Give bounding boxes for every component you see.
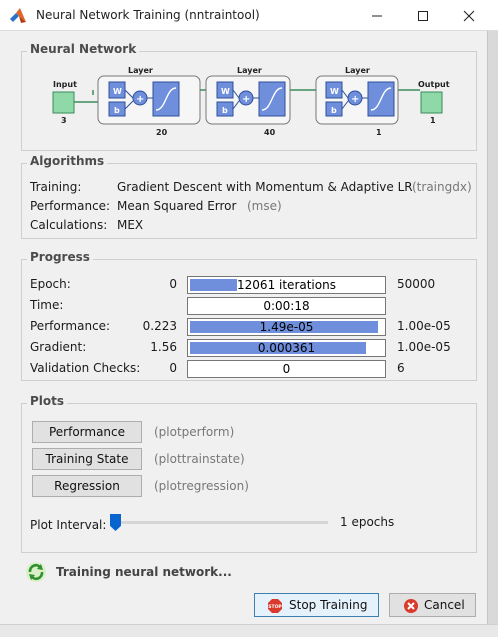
epoch-progress-bar: 12061 iterations <box>187 276 386 294</box>
output-label: Output <box>418 80 450 89</box>
plots-title: Plots <box>27 394 68 408</box>
layer-1-sum-label: + <box>136 94 144 105</box>
progress-title: Progress <box>27 250 93 264</box>
epoch-end: 50000 <box>397 277 436 291</box>
performance-end: 1.00e-05 <box>397 319 451 333</box>
output-node <box>420 91 443 114</box>
stop-icon: STOP <box>268 599 282 613</box>
background-window-edge <box>487 31 498 637</box>
svg-text:STOP: STOP <box>268 604 282 610</box>
neural-network-group: Neural Network Input 3 Output 1 Layer La… <box>21 42 477 151</box>
layer-3-title: Layer <box>345 66 370 75</box>
output-size: 1 <box>430 116 436 125</box>
performance-plot-button[interactable]: Performance <box>32 421 142 443</box>
input-node <box>52 91 75 114</box>
window-title: Neural Network Training (nntraintool) <box>36 8 260 22</box>
training-label: Training: <box>30 180 82 194</box>
performance-plot-fn: (plotperform) <box>154 425 235 439</box>
network-diagram: Input 3 Output 1 Layer Layer Layer 20 40… <box>52 66 450 137</box>
plots-group: Plots Performance (plotperform) Training… <box>21 394 477 553</box>
time-bar: 0:00:18 <box>187 297 386 315</box>
layer-2-weight-label: W <box>221 87 230 96</box>
gradient-end: 1.00e-05 <box>397 340 451 354</box>
layer-2-size: 40 <box>264 128 276 137</box>
refresh-icon <box>26 562 46 582</box>
maximize-icon <box>418 11 428 21</box>
layer-2-title: Layer <box>237 66 262 75</box>
title-bar: Neural Network Training (nntraintool) <box>0 0 498 31</box>
input-size: 3 <box>61 116 67 125</box>
training-state-plot-button[interactable]: Training State <box>32 448 142 470</box>
performance-code: (mse) <box>247 199 282 213</box>
validation-bar-text: 0 <box>282 362 291 376</box>
plot-interval-slider[interactable] <box>110 514 328 531</box>
minimize-button[interactable] <box>354 0 400 31</box>
performance-progress-bar: 1.49e-05 <box>187 318 386 336</box>
gradient-start: 1.56 <box>150 340 177 354</box>
regression-plot-button[interactable]: Regression <box>32 475 142 497</box>
performance-value: Mean Squared Error <box>117 199 237 213</box>
epoch-start: 0 <box>169 277 177 291</box>
background-taskbar-edge <box>0 624 498 637</box>
layer-3-sum-label: + <box>351 94 359 105</box>
training-value: Gradient Descent with Momentum & Adaptiv… <box>117 180 413 194</box>
input-label: Input <box>53 80 77 89</box>
gradient-progress-bar: 0.000361 <box>187 339 386 357</box>
time-bar-text: 0:00:18 <box>263 299 310 313</box>
layer-3-weight-label: W <box>330 87 339 96</box>
layer-3-bias-label: b <box>331 106 337 115</box>
matlab-icon <box>10 8 26 23</box>
cancel-label: Cancel <box>424 598 465 612</box>
epoch-label: Epoch: <box>30 277 71 291</box>
gradient-label: Gradient: <box>30 340 87 354</box>
slider-track <box>114 521 328 524</box>
performance-progress-label: Performance: <box>30 319 111 333</box>
calculations-label: Calculations: <box>30 218 108 232</box>
validation-progress-bar: 0 <box>187 360 386 378</box>
close-window-button[interactable] <box>446 0 492 31</box>
training-state-plot-fn: (plottrainstate) <box>154 452 245 466</box>
algorithms-group: Algorithms Training: Gradient Descent wi… <box>21 154 477 239</box>
layer-1-size: 20 <box>156 128 168 137</box>
stop-training-label: Stop Training <box>289 598 368 612</box>
minimize-icon <box>372 15 382 17</box>
status-text: Training neural network... <box>56 565 232 579</box>
layer-2-bias-label: b <box>222 106 228 115</box>
validation-start: 0 <box>169 361 177 375</box>
performance-label: Performance: <box>30 199 111 213</box>
layer-1-title: Layer <box>128 66 153 75</box>
regression-plot-fn: (plotregression) <box>154 479 249 493</box>
layer-1-block <box>97 75 201 125</box>
window-client: Neural Network Input 3 Output 1 Layer La… <box>0 31 498 637</box>
layer-1-bias-label: b <box>114 106 120 115</box>
layer-3-size: 1 <box>376 128 382 137</box>
close-icon <box>463 10 475 22</box>
performance-start: 0.223 <box>142 319 177 333</box>
plot-interval-label: Plot Interval: <box>30 518 107 532</box>
cancel-button[interactable]: Cancel <box>389 593 476 617</box>
slider-thumb[interactable] <box>110 514 121 531</box>
time-label: Time: <box>30 298 64 312</box>
validation-end: 6 <box>397 361 405 375</box>
progress-group: Progress Epoch: 0 12061 iterations 50000… <box>21 250 477 381</box>
layer-2-sum-label: + <box>242 94 250 105</box>
algorithms-title: Algorithms <box>27 154 108 168</box>
training-code: (traingdx) <box>412 180 472 194</box>
maximize-button[interactable] <box>400 0 446 31</box>
layer-1-weight-label: W <box>113 87 122 96</box>
plot-interval-value: 1 epochs <box>340 515 395 529</box>
cancel-icon <box>404 599 418 613</box>
calculations-value: MEX <box>117 218 144 232</box>
performance-bar-text: 1.49e-05 <box>259 320 314 334</box>
epoch-bar-text: 12061 iterations <box>237 278 336 292</box>
stop-training-button[interactable]: STOP Stop Training <box>254 593 379 617</box>
gradient-bar-text: 0.000361 <box>257 341 316 355</box>
